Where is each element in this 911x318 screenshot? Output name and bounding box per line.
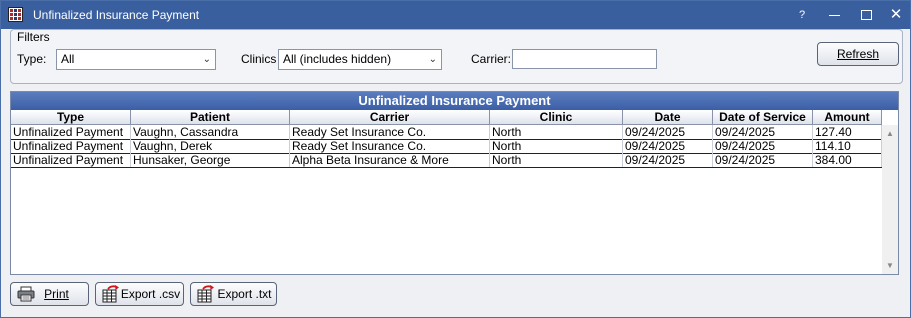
refresh-button[interactable]: Refresh [817, 42, 899, 66]
cell-clinic: North [490, 139, 623, 153]
carrier-label: Carrier: [471, 52, 512, 66]
printer-icon [17, 286, 35, 302]
cell-clinic: North [490, 153, 623, 167]
payments-grid: Unfinalized Insurance Payment Type Patie… [10, 91, 899, 275]
column-header-date-of-service[interactable]: Date of Service [713, 110, 813, 125]
filters-group: Filters Type: All ⌄ Clinics All (include… [10, 29, 903, 84]
cell-carrier: Alpha Beta Insurance & More [290, 153, 490, 167]
column-header-date[interactable]: Date [623, 110, 713, 125]
cell-type: Unfinalized Payment [11, 125, 131, 139]
table-row[interactable]: Unfinalized Payment Hunsaker, George Alp… [11, 153, 882, 167]
title-bar: Unfinalized Insurance Payment ? ✕ [1, 1, 910, 29]
help-button[interactable]: ? [791, 5, 813, 25]
chevron-down-icon: ⌄ [202, 54, 211, 65]
cell-date-of-service: 09/24/2025 [713, 125, 813, 139]
type-select[interactable]: All ⌄ [56, 49, 216, 70]
window-title: Unfinalized Insurance Payment [33, 8, 200, 22]
cell-amount: 114.10 [813, 139, 882, 153]
cell-patient: Vaughn, Derek [131, 139, 290, 153]
cell-date-of-service: 09/24/2025 [713, 153, 813, 167]
column-header-clinic[interactable]: Clinic [490, 110, 623, 125]
type-label: Type: [17, 52, 47, 66]
chevron-down-icon: ⌄ [428, 54, 437, 65]
refresh-button-label: Refresh [836, 47, 880, 61]
table-row[interactable]: Unfinalized Payment Vaughn, Cassandra Re… [11, 125, 882, 139]
column-header-patient[interactable]: Patient [131, 110, 290, 125]
export-csv-button-label: Export .csv [120, 287, 181, 301]
table-row[interactable]: Unfinalized Payment Vaughn, Derek Ready … [11, 139, 882, 153]
cell-clinic: North [490, 125, 623, 139]
spreadsheet-export-icon [197, 285, 214, 303]
minimize-button[interactable] [823, 5, 845, 25]
cell-carrier: Ready Set Insurance Co. [290, 125, 490, 139]
scroll-up-icon[interactable]: ▲ [886, 130, 894, 138]
column-header-amount[interactable]: Amount [813, 110, 882, 125]
cell-patient: Vaughn, Cassandra [131, 125, 290, 139]
cell-date: 09/24/2025 [623, 125, 713, 139]
export-txt-button-label: Export .txt [217, 287, 272, 301]
cell-type: Unfinalized Payment [11, 153, 131, 167]
cell-patient: Hunsaker, George [131, 153, 290, 167]
cell-date: 09/24/2025 [623, 153, 713, 167]
cell-date-of-service: 09/24/2025 [713, 139, 813, 153]
clinics-select-value: All (includes hidden) [283, 52, 392, 66]
close-button[interactable]: ✕ [885, 5, 907, 25]
carrier-input[interactable] [512, 49, 657, 69]
cell-amount: 384.00 [813, 153, 882, 167]
app-icon [8, 7, 23, 22]
print-button[interactable]: Print [10, 282, 89, 306]
vertical-scrollbar[interactable]: ▲ ▼ [882, 125, 898, 274]
export-csv-button[interactable]: Export .csv [95, 282, 184, 306]
filters-legend: Filters [17, 30, 50, 44]
export-txt-button[interactable]: Export .txt [190, 282, 277, 306]
window: Unfinalized Insurance Payment ? ✕ Filter… [0, 0, 911, 318]
column-header-type[interactable]: Type [11, 110, 131, 125]
cell-carrier: Ready Set Insurance Co. [290, 139, 490, 153]
cell-type: Unfinalized Payment [11, 139, 131, 153]
maximize-icon [860, 9, 872, 20]
column-header-carrier[interactable]: Carrier [290, 110, 490, 125]
scroll-down-icon[interactable]: ▼ [886, 262, 894, 270]
maximize-button[interactable] [855, 5, 877, 25]
print-button-label: Print [44, 287, 69, 301]
clinics-label: Clinics [241, 52, 277, 66]
spreadsheet-export-icon [102, 285, 119, 303]
cell-amount: 127.40 [813, 125, 882, 139]
row-divider [11, 167, 882, 168]
type-select-value: All [61, 52, 75, 66]
grid-title: Unfinalized Insurance Payment [11, 92, 898, 110]
minimize-icon [828, 15, 840, 17]
cell-date: 09/24/2025 [623, 139, 713, 153]
clinics-select[interactable]: All (includes hidden) ⌄ [278, 49, 442, 70]
